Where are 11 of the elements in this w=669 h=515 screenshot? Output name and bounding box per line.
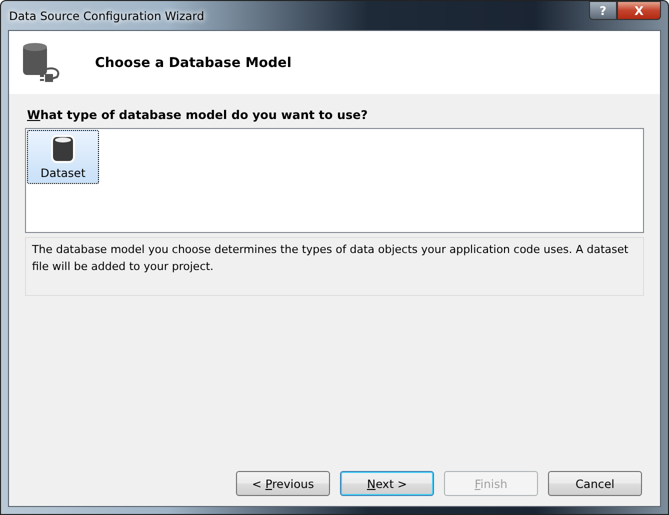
description-text: The database model you choose determines the types of data objects your application code uses. A dataset file will be added to your project.	[25, 237, 644, 296]
wizard-button[interactable]: Next >	[340, 471, 434, 496]
page-title: Choose a Database Model	[95, 54, 292, 70]
database-icon	[50, 134, 76, 164]
wizard-button[interactable]: Cancel	[548, 471, 642, 496]
window-title: Data Source Configuration Wizard	[9, 9, 204, 23]
wizard-button[interactable]: < Previous	[236, 471, 330, 496]
model-item[interactable]: Dataset	[27, 130, 99, 184]
close-button[interactable]: X	[617, 1, 661, 20]
model-list[interactable]: Dataset	[25, 128, 644, 233]
question-label: What type of database model do you want to use?	[27, 108, 369, 122]
